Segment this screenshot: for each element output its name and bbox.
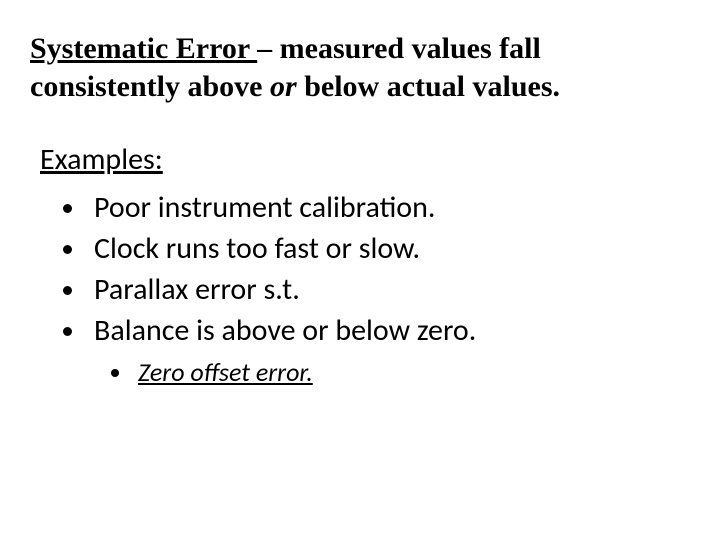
title-or: or: [270, 70, 297, 103]
list-item: Balance is above or below zero. Zero off…: [88, 311, 690, 390]
list-item: Clock runs too fast or slow.: [88, 229, 690, 268]
list-item: Parallax error s.t.: [88, 270, 690, 309]
examples-heading: Examples:: [40, 141, 690, 178]
title-term: Systematic Error: [30, 32, 257, 65]
sub-list-item: Zero offset error.: [134, 356, 690, 390]
list-item: Poor instrument calibration.: [88, 188, 690, 227]
sub-bullet-list: Zero offset error.: [94, 356, 690, 390]
title-text-b: below actual values.: [297, 70, 560, 103]
list-item-text: Balance is above or below zero.: [94, 312, 476, 349]
slide: Systematic Error – measured values fall …: [0, 0, 720, 540]
slide-title: Systematic Error – measured values fall …: [30, 30, 690, 105]
bullet-list: Poor instrument calibration. Clock runs …: [30, 188, 690, 390]
